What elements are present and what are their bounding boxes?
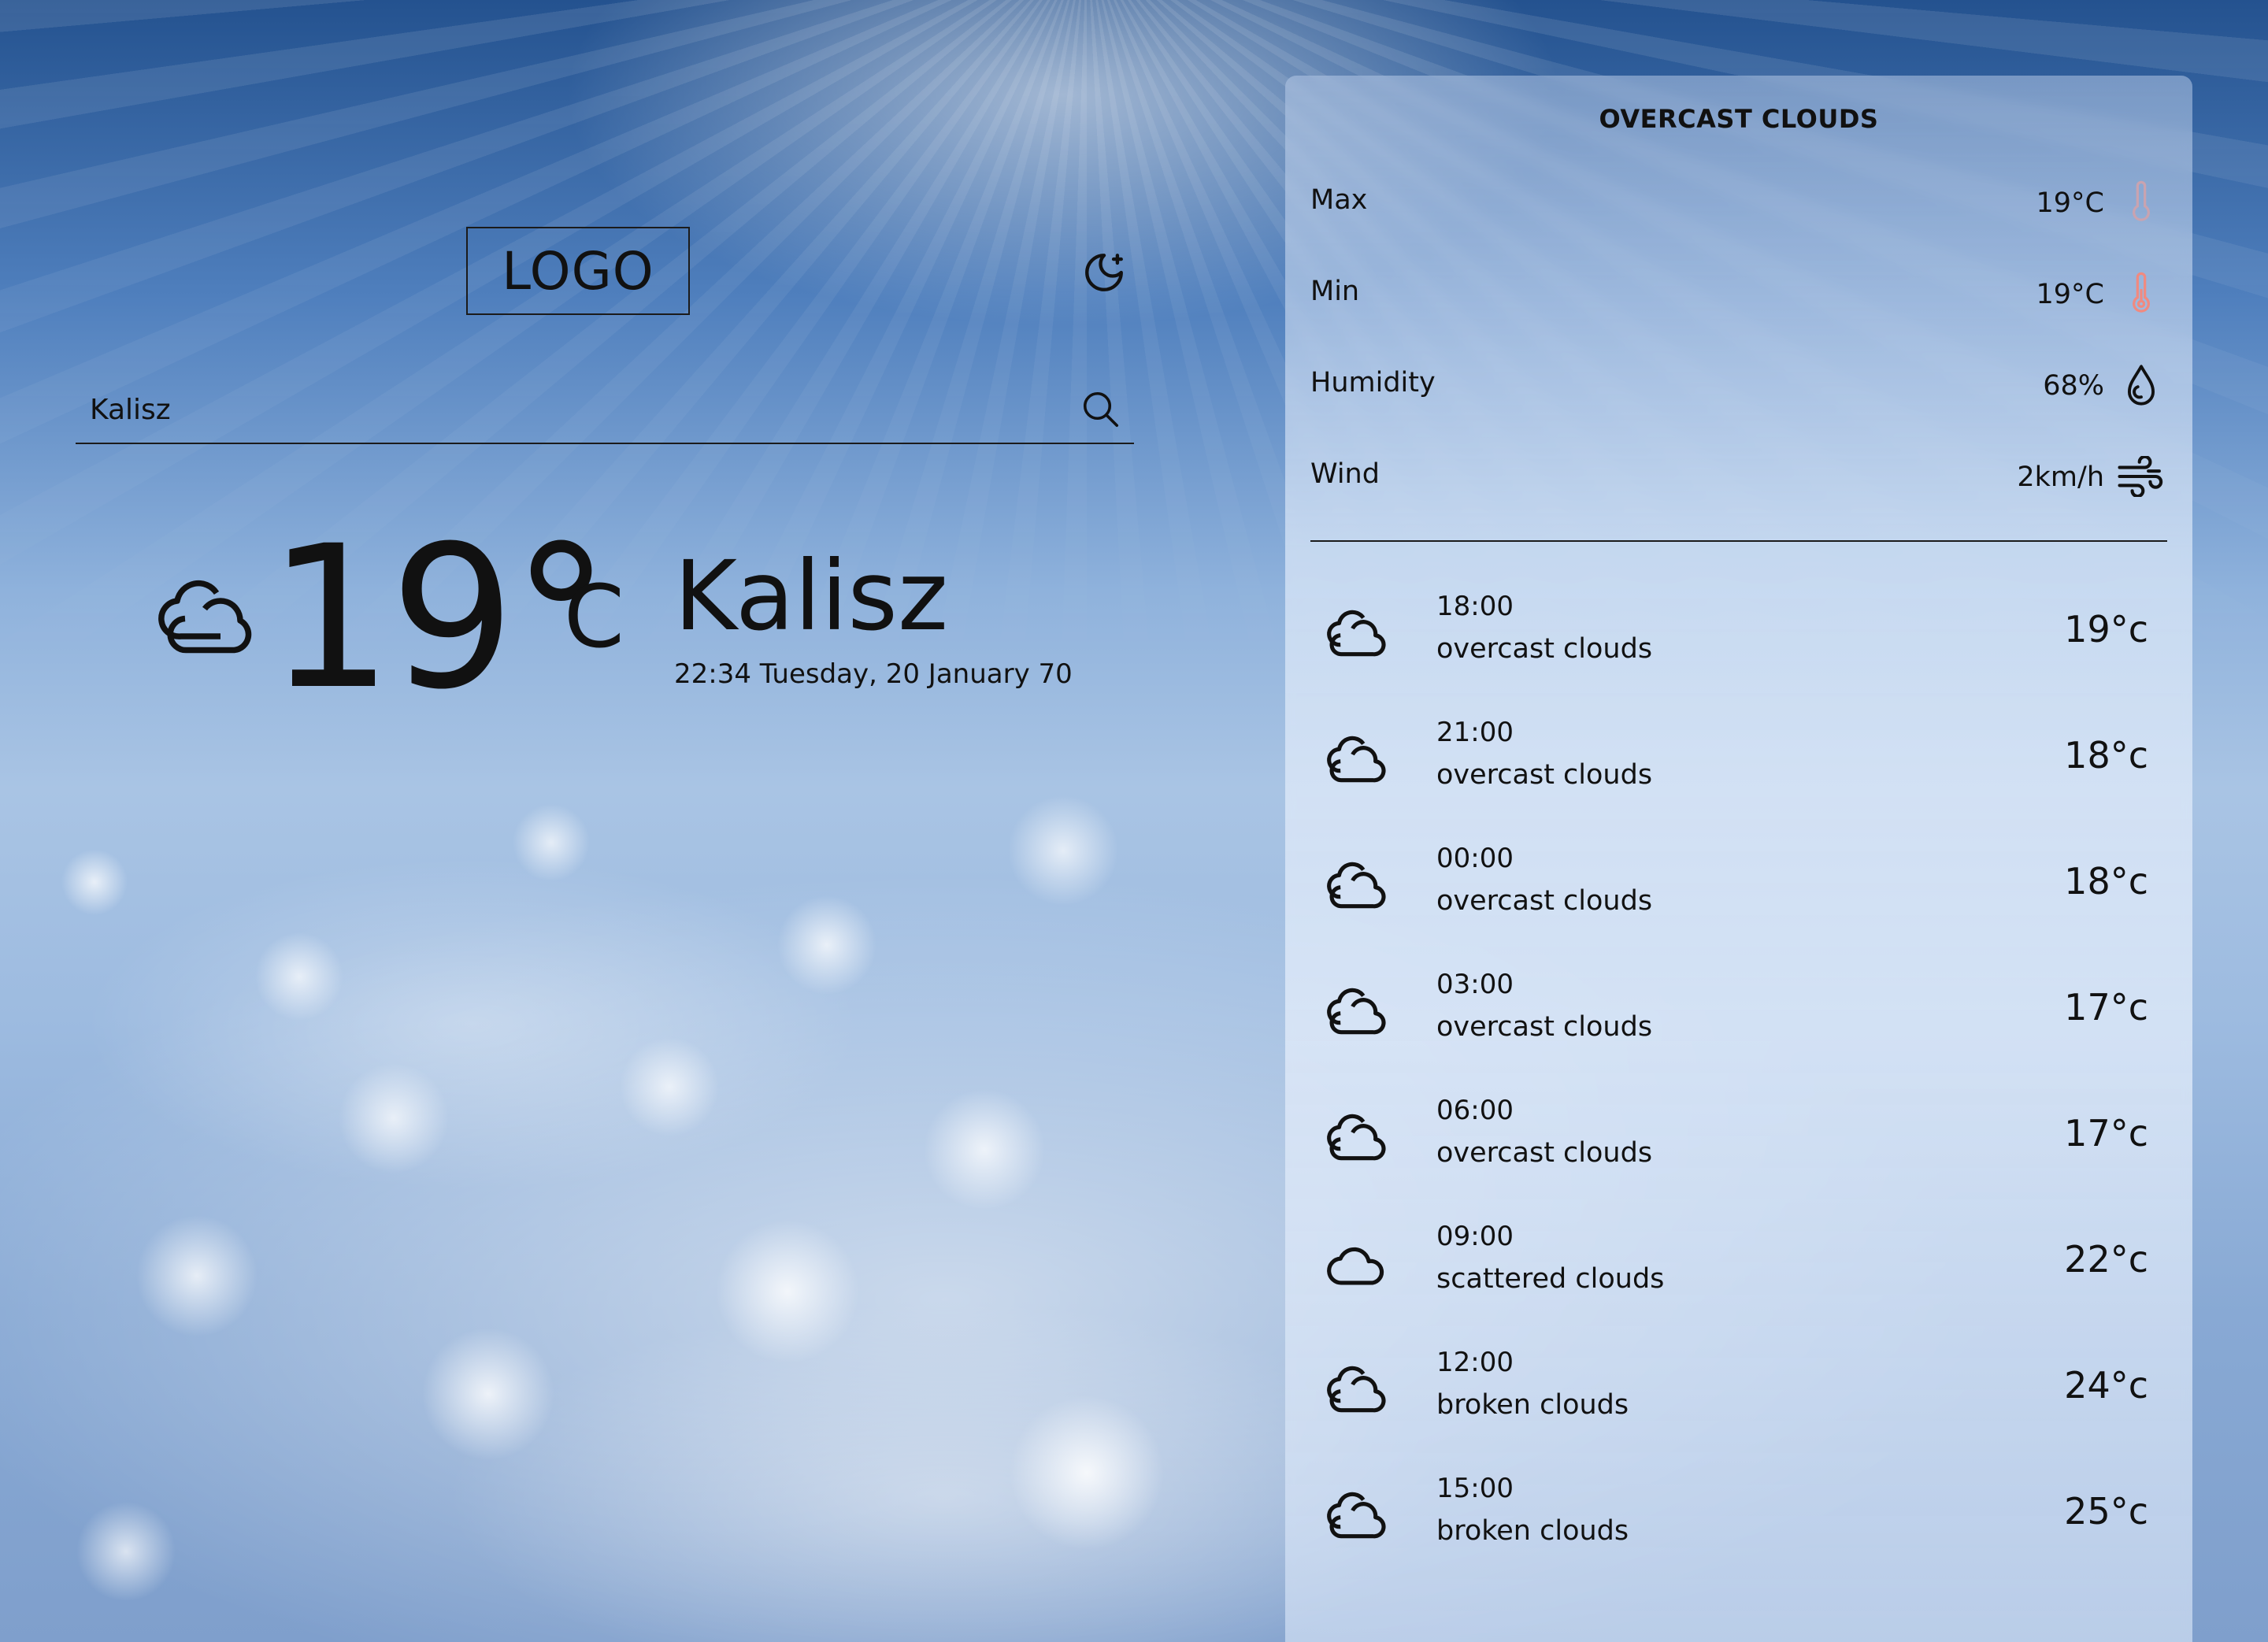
current-temperature-unit: C bbox=[564, 566, 624, 667]
forecast-description: scattered clouds bbox=[1436, 1263, 1665, 1295]
forecast-item: 18:00 overcast clouds 19°c bbox=[1323, 586, 2148, 696]
moon-stars-icon bbox=[1085, 254, 1123, 291]
clouds-icon bbox=[1327, 862, 1386, 909]
current-temperature: 19° bbox=[268, 503, 610, 732]
thermometer-icon bbox=[2115, 268, 2167, 320]
clouds-icon bbox=[1327, 1492, 1386, 1539]
clouds-icon bbox=[1327, 736, 1386, 783]
forecast-description: overcast clouds bbox=[1436, 1011, 1653, 1043]
current-city: Kalisz bbox=[674, 540, 949, 652]
stat-label: Min bbox=[1310, 276, 1360, 307]
forecast-item: 09:00 scattered clouds 22°c bbox=[1323, 1216, 2148, 1326]
forecast-temperature: 17°c bbox=[2064, 986, 2148, 1029]
forecast-temperature: 22°c bbox=[2064, 1238, 2148, 1281]
forecast-temperature: 25°c bbox=[2064, 1490, 2148, 1533]
logo: LOGO bbox=[466, 227, 690, 315]
stat-label: Max bbox=[1310, 184, 1368, 216]
forecast-description: overcast clouds bbox=[1436, 633, 1653, 665]
clouds-icon bbox=[1327, 988, 1386, 1035]
search-bar bbox=[76, 378, 1134, 444]
forecast-temperature: 17°c bbox=[2064, 1112, 2148, 1155]
stat-value: 68% bbox=[2043, 370, 2104, 402]
forecast-description: broken clouds bbox=[1436, 1515, 1629, 1547]
stat-value: 2km/h bbox=[2017, 461, 2104, 493]
forecast-time: 21:00 bbox=[1436, 717, 1514, 748]
stat-value: 19°C bbox=[2036, 279, 2104, 310]
forecast-time: 06:00 bbox=[1436, 1095, 1514, 1126]
wind-icon bbox=[2115, 450, 2167, 502]
divider bbox=[1310, 540, 2167, 542]
forecast-item: 12:00 broken clouds 24°c bbox=[1323, 1342, 2148, 1452]
clouds-icon bbox=[1327, 1366, 1386, 1413]
stat-row-min: Min 19°C bbox=[1310, 268, 2167, 324]
search-icon bbox=[1083, 391, 1119, 428]
forecast-item: 00:00 overcast clouds 18°c bbox=[1323, 838, 2148, 948]
forecast-item: 06:00 overcast clouds 17°c bbox=[1323, 1090, 2148, 1200]
search-button[interactable] bbox=[1076, 384, 1126, 435]
forecast-temperature: 19°c bbox=[2064, 608, 2148, 650]
current-datetime: 22:34 Tuesday, 20 January 70 bbox=[674, 658, 1073, 690]
forecast-description: broken clouds bbox=[1436, 1389, 1629, 1421]
forecast-time: 12:00 bbox=[1436, 1347, 1514, 1378]
forecast-description: overcast clouds bbox=[1436, 1137, 1653, 1169]
cloud-icon bbox=[1327, 1247, 1384, 1285]
forecast-time: 09:00 bbox=[1436, 1221, 1514, 1252]
forecast-temperature: 18°c bbox=[2064, 860, 2148, 903]
theme-toggle-button[interactable] bbox=[1079, 247, 1129, 298]
forecast-time: 18:00 bbox=[1436, 591, 1514, 622]
stat-label: Humidity bbox=[1310, 367, 1436, 398]
stat-row-humidity: Humidity 68% bbox=[1310, 359, 2167, 416]
search-input[interactable] bbox=[88, 384, 1052, 435]
forecast-item: 21:00 overcast clouds 18°c bbox=[1323, 712, 2148, 822]
stat-value: 19°C bbox=[2036, 187, 2104, 219]
cloud-background bbox=[0, 646, 1292, 1642]
stat-row-max: Max 19°C bbox=[1310, 176, 2167, 233]
stat-row-wind: Wind 2km/h bbox=[1310, 450, 2167, 507]
forecast-time: 03:00 bbox=[1436, 969, 1514, 1000]
forecast-temperature: 18°c bbox=[2064, 734, 2148, 777]
details-panel: OVERCAST CLOUDS Max 19°C Min 19°C Humidi… bbox=[1285, 76, 2192, 1642]
clouds-icon bbox=[1327, 610, 1386, 657]
forecast-time: 15:00 bbox=[1436, 1473, 1514, 1504]
forecast-item: 15:00 broken clouds 25°c bbox=[1323, 1468, 2148, 1578]
forecast-temperature: 24°c bbox=[2064, 1364, 2148, 1407]
weather-app: LOGO 19° C Kalisz 22:34 Tuesday, 20 Janu… bbox=[0, 0, 2268, 1642]
clouds-icon bbox=[1327, 1114, 1386, 1161]
stat-label: Wind bbox=[1310, 458, 1380, 490]
weather-condition-title: OVERCAST CLOUDS bbox=[1599, 104, 1879, 134]
forecast-time: 00:00 bbox=[1436, 843, 1514, 874]
forecast-item: 03:00 overcast clouds 17°c bbox=[1323, 964, 2148, 1074]
forecast-description: overcast clouds bbox=[1436, 885, 1653, 917]
cloud-icon bbox=[158, 580, 252, 654]
forecast-description: overcast clouds bbox=[1436, 759, 1653, 791]
thermometer-icon bbox=[2115, 176, 2167, 228]
water-drop-icon bbox=[2115, 359, 2167, 411]
